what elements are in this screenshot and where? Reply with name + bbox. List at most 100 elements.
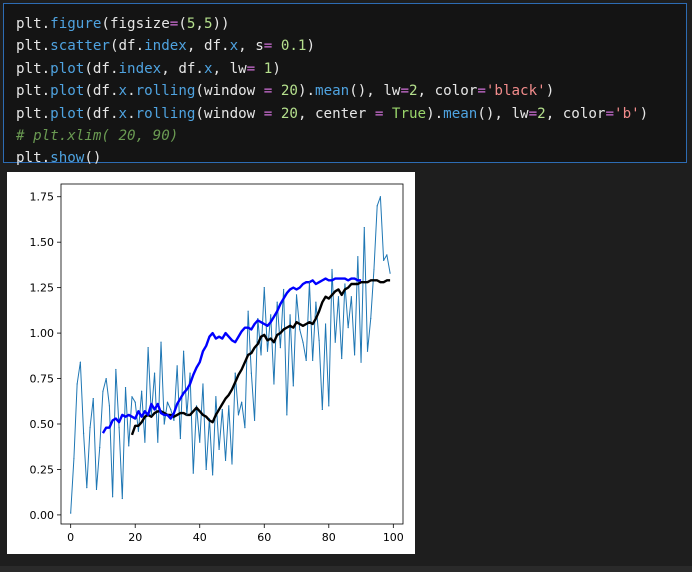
scatter-point xyxy=(124,387,127,389)
code-cell[interactable]: plt.figure(figsize=(5,5)) plt.scatter(df.… xyxy=(3,3,687,166)
scatter-point xyxy=(305,359,307,361)
scatter-point xyxy=(286,414,288,416)
scatter-point xyxy=(73,457,75,460)
code-token: = xyxy=(400,83,409,100)
code-token: ). xyxy=(297,83,316,100)
code-token: (window xyxy=(195,105,264,122)
code-token: . xyxy=(127,105,136,122)
scatter-point xyxy=(179,437,181,440)
scatter-point xyxy=(276,301,278,303)
code-token: = xyxy=(263,83,273,100)
code-token: mean xyxy=(315,83,350,100)
scatter-point xyxy=(163,423,165,425)
code-token: x xyxy=(229,38,239,55)
code-line: plt.plot(df.index, df.x, lw= 1) xyxy=(16,58,648,80)
scatter-point xyxy=(250,372,252,374)
scatter-point xyxy=(360,361,362,363)
scatter-point xyxy=(273,383,275,385)
scatter-point xyxy=(292,385,294,387)
code-token: )) xyxy=(212,16,230,32)
code-token: scatter xyxy=(50,38,110,55)
code-token: show xyxy=(50,150,85,167)
code-token: True xyxy=(391,105,427,122)
scatter-point xyxy=(266,350,269,352)
code-token: (df. xyxy=(84,60,119,77)
scatter-point xyxy=(363,227,365,229)
code-token: 2 xyxy=(409,83,418,100)
scatter-point xyxy=(115,368,117,371)
code-token: x xyxy=(203,60,213,77)
scatter-point xyxy=(105,377,107,380)
scatter-point xyxy=(199,441,201,443)
scatter-point xyxy=(108,405,110,407)
scatter-point xyxy=(318,339,320,341)
code-token: () xyxy=(84,150,102,167)
scatter-point xyxy=(350,296,352,298)
code-token: 5 xyxy=(203,16,213,32)
code-token: 'b' xyxy=(614,105,640,122)
plot-output: 0 20 40 60 80 100 0.00 0.25 0.50 0.75 1.00 1.25 1.50… xyxy=(7,172,415,554)
code-token: plot xyxy=(50,83,85,100)
code-token: plt. xyxy=(16,105,51,122)
scatter-point xyxy=(170,408,172,411)
code-token: . xyxy=(127,83,136,100)
scatter-point xyxy=(341,357,343,360)
scatter-point xyxy=(331,268,333,271)
scatter-point xyxy=(344,283,346,285)
scatter-point xyxy=(357,256,359,258)
scatter-point xyxy=(215,396,217,398)
scatter-point xyxy=(389,272,391,274)
code-token: (), lw xyxy=(477,105,529,122)
code-token: 2 xyxy=(537,105,546,122)
y-tick-label: 0.25 xyxy=(30,463,55,476)
code-token: = xyxy=(263,38,273,55)
scatter-point xyxy=(121,497,123,500)
scatter-point xyxy=(186,414,188,416)
code-token: ) xyxy=(545,83,555,100)
code-token: = xyxy=(528,105,538,122)
code-token: plt. xyxy=(16,60,51,77)
code-token: 20 xyxy=(280,83,298,100)
scatter-point xyxy=(89,427,91,429)
y-tick-label: 0.50 xyxy=(30,418,55,431)
scatter-point xyxy=(189,372,191,374)
scatter-point xyxy=(241,401,243,403)
scatter-point xyxy=(228,405,230,407)
code-token: # plt.xlim( 20, 90) xyxy=(16,127,179,144)
code-token: , color xyxy=(417,83,478,100)
scatter-point xyxy=(283,288,285,291)
code-token: plt. xyxy=(16,150,51,167)
axes-frame xyxy=(60,183,404,525)
scatter-point xyxy=(237,414,240,416)
scatter-point xyxy=(373,268,375,271)
code-token: = xyxy=(246,60,256,77)
scatter-point xyxy=(383,259,385,261)
scatter-point xyxy=(324,323,327,325)
scatter-point xyxy=(366,350,369,352)
x-tick-label: 100 xyxy=(383,531,404,544)
y-tick-label: 0.00 xyxy=(30,509,55,522)
scatter-point xyxy=(76,383,78,385)
scatter-point xyxy=(147,347,149,349)
scatter-point xyxy=(263,287,265,289)
scatter-point xyxy=(141,390,143,392)
code-editor[interactable]: plt.figure(figsize=(5,5)) plt.scatter(df.… xyxy=(16,13,648,170)
line-chart: 0 20 40 60 80 100 0.00 0.25 0.50 0.75 1.00 1.25 1.50… xyxy=(30,183,404,544)
scatter-point xyxy=(131,396,133,398)
scatter-point xyxy=(218,448,220,451)
code-token: plot xyxy=(50,105,85,122)
code-token: (df. xyxy=(109,38,145,55)
scatter-point xyxy=(289,314,291,316)
x-tick-label: 80 xyxy=(322,531,336,544)
code-line: plt.show() xyxy=(16,147,648,169)
code-token: index xyxy=(118,60,162,77)
scatter-point xyxy=(244,427,246,429)
code-token: , color xyxy=(545,105,606,122)
scatter-point xyxy=(279,347,281,349)
code-token: ( xyxy=(178,16,187,32)
code-token: = xyxy=(605,105,615,122)
y-tick-label: 1.00 xyxy=(30,327,55,340)
